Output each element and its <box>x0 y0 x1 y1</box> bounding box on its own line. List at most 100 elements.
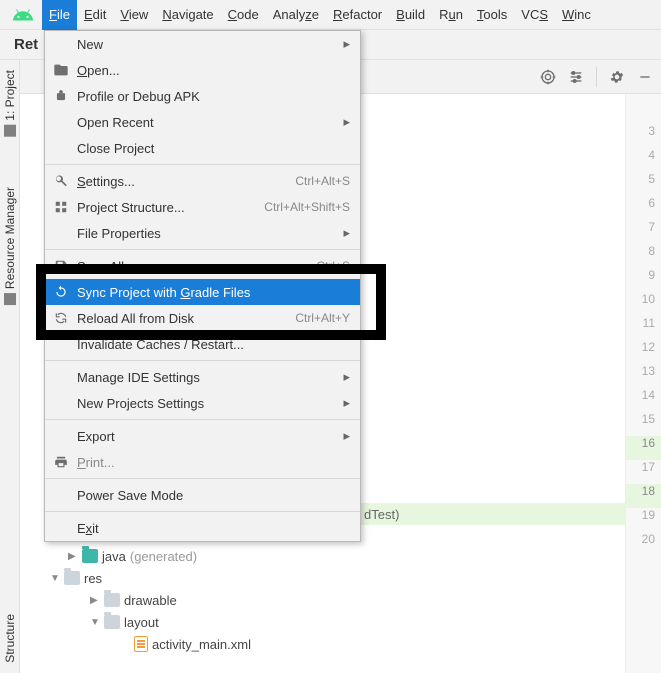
menu-vcs[interactable]: VCS <box>514 0 555 30</box>
line-number: 18 <box>626 484 661 508</box>
line-number-gutter: 3 4 5 6 7 8 9 10 11 12 13 14 15 16 17 18… <box>625 94 661 673</box>
menu-build[interactable]: Build <box>389 0 432 30</box>
chevron-down-icon: ▼ <box>90 617 100 628</box>
line-number: 5 <box>626 172 661 196</box>
android-icon <box>12 4 34 26</box>
line-number: 13 <box>626 364 661 388</box>
menubar: File Edit View Navigate Code Analyze Ref… <box>0 0 661 30</box>
menu-manage-ide-settings[interactable]: Manage IDE Settings▸ <box>45 364 360 390</box>
left-gutter: 1: Project Resource Manager Structure <box>0 60 20 673</box>
separator <box>45 419 360 420</box>
menu-new[interactable]: New▸ <box>45 31 360 57</box>
menu-exit[interactable]: Exit <box>45 515 360 541</box>
line-number: 20 <box>626 532 661 556</box>
line-number: 17 <box>626 460 661 484</box>
sync-icon <box>53 284 69 300</box>
tree-node-activity-main[interactable]: activity_main.xml <box>134 633 251 655</box>
folder-icon <box>4 125 16 137</box>
settings-slider-icon[interactable] <box>568 69 584 85</box>
target-icon[interactable] <box>540 69 556 85</box>
chevron-right-icon: ▸ <box>343 36 350 52</box>
structure-icon <box>53 199 69 215</box>
tool-window-project[interactable]: 1: Project <box>3 70 17 137</box>
chevron-down-icon: ▼ <box>50 573 60 584</box>
folder-open-icon <box>53 62 69 78</box>
menu-refactor[interactable]: Refactor <box>326 0 389 30</box>
line-number: 14 <box>626 388 661 412</box>
line-number: 8 <box>626 244 661 268</box>
menu-print[interactable]: Print... <box>45 449 360 475</box>
tool-window-resource-manager[interactable]: Resource Manager <box>3 187 17 305</box>
gear-icon[interactable] <box>609 69 625 85</box>
tree-node-drawable[interactable]: ▶drawable <box>90 589 251 611</box>
menu-window[interactable]: Winc <box>555 0 598 30</box>
chevron-right-icon: ▸ <box>343 369 350 385</box>
shortcut-label: Ctrl+Alt+Y <box>295 311 350 325</box>
tree-node-res[interactable]: ▼res <box>50 567 251 589</box>
line-number: 6 <box>626 196 661 220</box>
file-menu-dropdown: New▸ Open... Profile or Debug APK Open R… <box>44 30 361 542</box>
line-number: 3 <box>626 124 661 148</box>
menu-view[interactable]: View <box>113 0 155 30</box>
print-icon <box>53 454 69 470</box>
separator <box>45 164 360 165</box>
tree-node-java-generated[interactable]: ▶java (generated) <box>68 545 251 567</box>
chevron-right-icon: ▶ <box>90 595 100 606</box>
wrench-icon <box>53 173 69 189</box>
menu-profile-debug-apk[interactable]: Profile or Debug APK <box>45 83 360 109</box>
reload-icon <box>53 310 69 326</box>
separator <box>45 511 360 512</box>
tree-node-layout[interactable]: ▼layout <box>90 611 251 633</box>
folder-icon <box>104 593 120 607</box>
minimize-icon[interactable] <box>637 69 653 85</box>
menu-run[interactable]: Run <box>432 0 470 30</box>
menu-open[interactable]: Open... <box>45 57 360 83</box>
line-number: 16 <box>626 436 661 460</box>
menu-close-project[interactable]: Close Project <box>45 135 360 161</box>
line-number: 19 <box>626 508 661 532</box>
separator <box>596 67 597 87</box>
separator <box>45 360 360 361</box>
menu-open-recent[interactable]: Open Recent▸ <box>45 109 360 135</box>
line-number: 10 <box>626 292 661 316</box>
chevron-right-icon: ▸ <box>343 114 350 130</box>
menu-new-projects-settings[interactable]: New Projects Settings▸ <box>45 390 360 416</box>
menu-invalidate-caches[interactable]: Invalidate Caches / Restart... <box>45 331 360 357</box>
menu-code[interactable]: Code <box>221 0 266 30</box>
project-name-fragment: Ret <box>14 36 38 53</box>
menu-settings[interactable]: Settings...Ctrl+Alt+S <box>45 168 360 194</box>
apk-icon <box>53 88 69 104</box>
folder-icon <box>104 615 120 629</box>
menu-reload-disk[interactable]: Reload All from DiskCtrl+Alt+Y <box>45 305 360 331</box>
separator <box>45 478 360 479</box>
menu-export[interactable]: Export▸ <box>45 423 360 449</box>
menu-sync-gradle[interactable]: Sync Project with Gradle Files <box>45 279 360 305</box>
menu-tools[interactable]: Tools <box>470 0 514 30</box>
shortcut-label: Ctrl+S <box>316 259 350 273</box>
line-number: 11 <box>626 316 661 340</box>
project-tree: ▶java (generated) ▼res ▶drawable ▼layout… <box>50 545 251 655</box>
shortcut-label: Ctrl+Alt+Shift+S <box>264 200 350 214</box>
folder-icon <box>82 549 98 563</box>
chevron-right-icon: ▸ <box>343 225 350 241</box>
editor-highlight-line: dTest) <box>360 503 625 525</box>
line-number: 12 <box>626 340 661 364</box>
menu-project-structure[interactable]: Project Structure...Ctrl+Alt+Shift+S <box>45 194 360 220</box>
folder-icon <box>64 571 80 585</box>
menu-edit[interactable]: Edit <box>77 0 113 30</box>
menu-analyze[interactable]: Analyze <box>266 0 326 30</box>
menu-navigate[interactable]: Navigate <box>155 0 220 30</box>
line-number: 9 <box>626 268 661 292</box>
xml-file-icon <box>134 636 148 652</box>
line-number: 7 <box>626 220 661 244</box>
shortcut-label: Ctrl+Alt+S <box>295 174 350 188</box>
tool-window-structure[interactable]: Structure <box>3 614 17 663</box>
chevron-right-icon: ▸ <box>343 395 350 411</box>
menu-file[interactable]: File <box>42 0 77 30</box>
menu-file-properties[interactable]: File Properties▸ <box>45 220 360 246</box>
chevron-right-icon: ▶ <box>68 551 78 562</box>
resource-icon <box>4 293 16 305</box>
chevron-right-icon: ▸ <box>343 428 350 444</box>
menu-save-all[interactable]: Save AllCtrl+S <box>45 253 360 279</box>
menu-power-save[interactable]: Power Save Mode <box>45 482 360 508</box>
